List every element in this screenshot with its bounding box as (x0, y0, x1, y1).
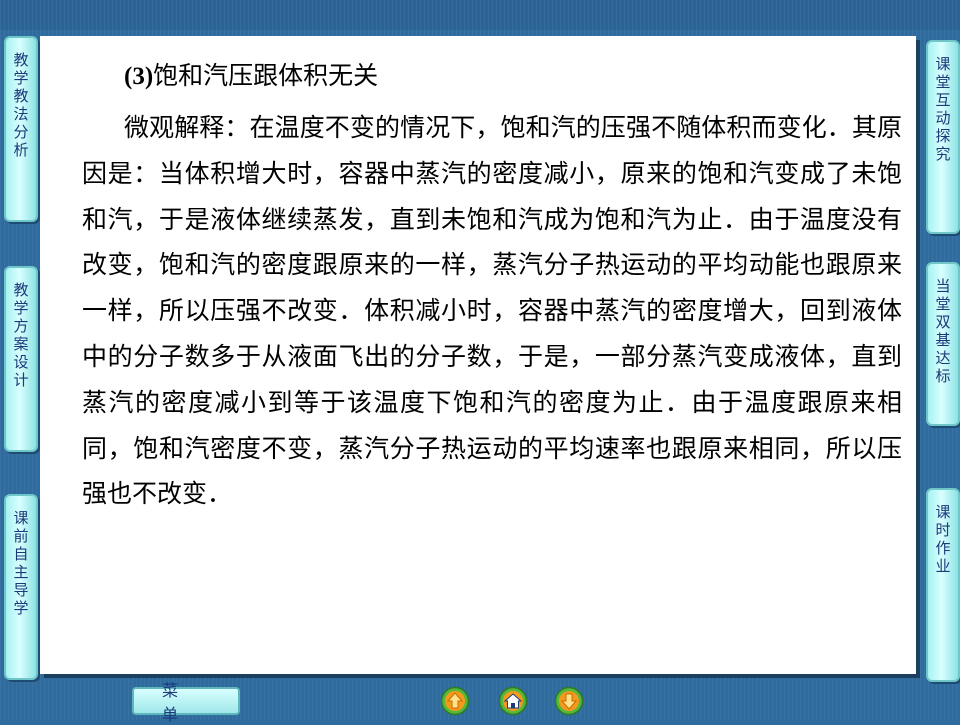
arrow-down-icon[interactable] (554, 686, 584, 716)
menu-button[interactable]: 菜单 (132, 681, 240, 724)
nav-tab-teaching-plan-design[interactable]: 教学方案设计 (4, 266, 38, 452)
body-paragraph: 微观解释：在温度不变的情况下，饱和汽的压强不随体积而变化．其原因是：当体积增大时… (82, 113, 902, 509)
nav-tab-teaching-method-analysis[interactable]: 教学教法分析 (4, 36, 38, 222)
section-number: (3) (124, 63, 154, 90)
nav-tab-label: 课堂互动探究 (933, 56, 952, 164)
top-bar (0, 0, 960, 30)
nav-tab-label: 课前自主导学 (11, 510, 30, 618)
section-heading: 饱和汽压跟体积无关 (153, 61, 379, 90)
content-text: (3)饱和汽压跟体积无关 微观解释：在温度不变的情况下，饱和汽的压强不随体积而变… (82, 56, 902, 517)
nav-tab-basic-skills[interactable]: 当堂双基达标 (926, 262, 960, 426)
arrow-up-icon[interactable] (440, 686, 470, 716)
nav-tab-label: 当堂双基达标 (933, 278, 952, 386)
nav-tab-label: 教学方案设计 (11, 282, 30, 390)
section-title: (3)饱和汽压跟体积无关 (82, 56, 902, 97)
nav-tab-label: 课时作业 (933, 504, 952, 576)
menu-label: 菜单 (162, 681, 207, 724)
nav-tab-homework[interactable]: 课时作业 (926, 488, 960, 682)
nav-tab-label: 教学教法分析 (11, 52, 30, 160)
home-icon[interactable] (498, 686, 528, 716)
nav-tab-class-interaction[interactable]: 课堂互动探究 (926, 40, 960, 234)
nav-tab-pre-class-self-study[interactable]: 课前自主导学 (4, 494, 38, 680)
